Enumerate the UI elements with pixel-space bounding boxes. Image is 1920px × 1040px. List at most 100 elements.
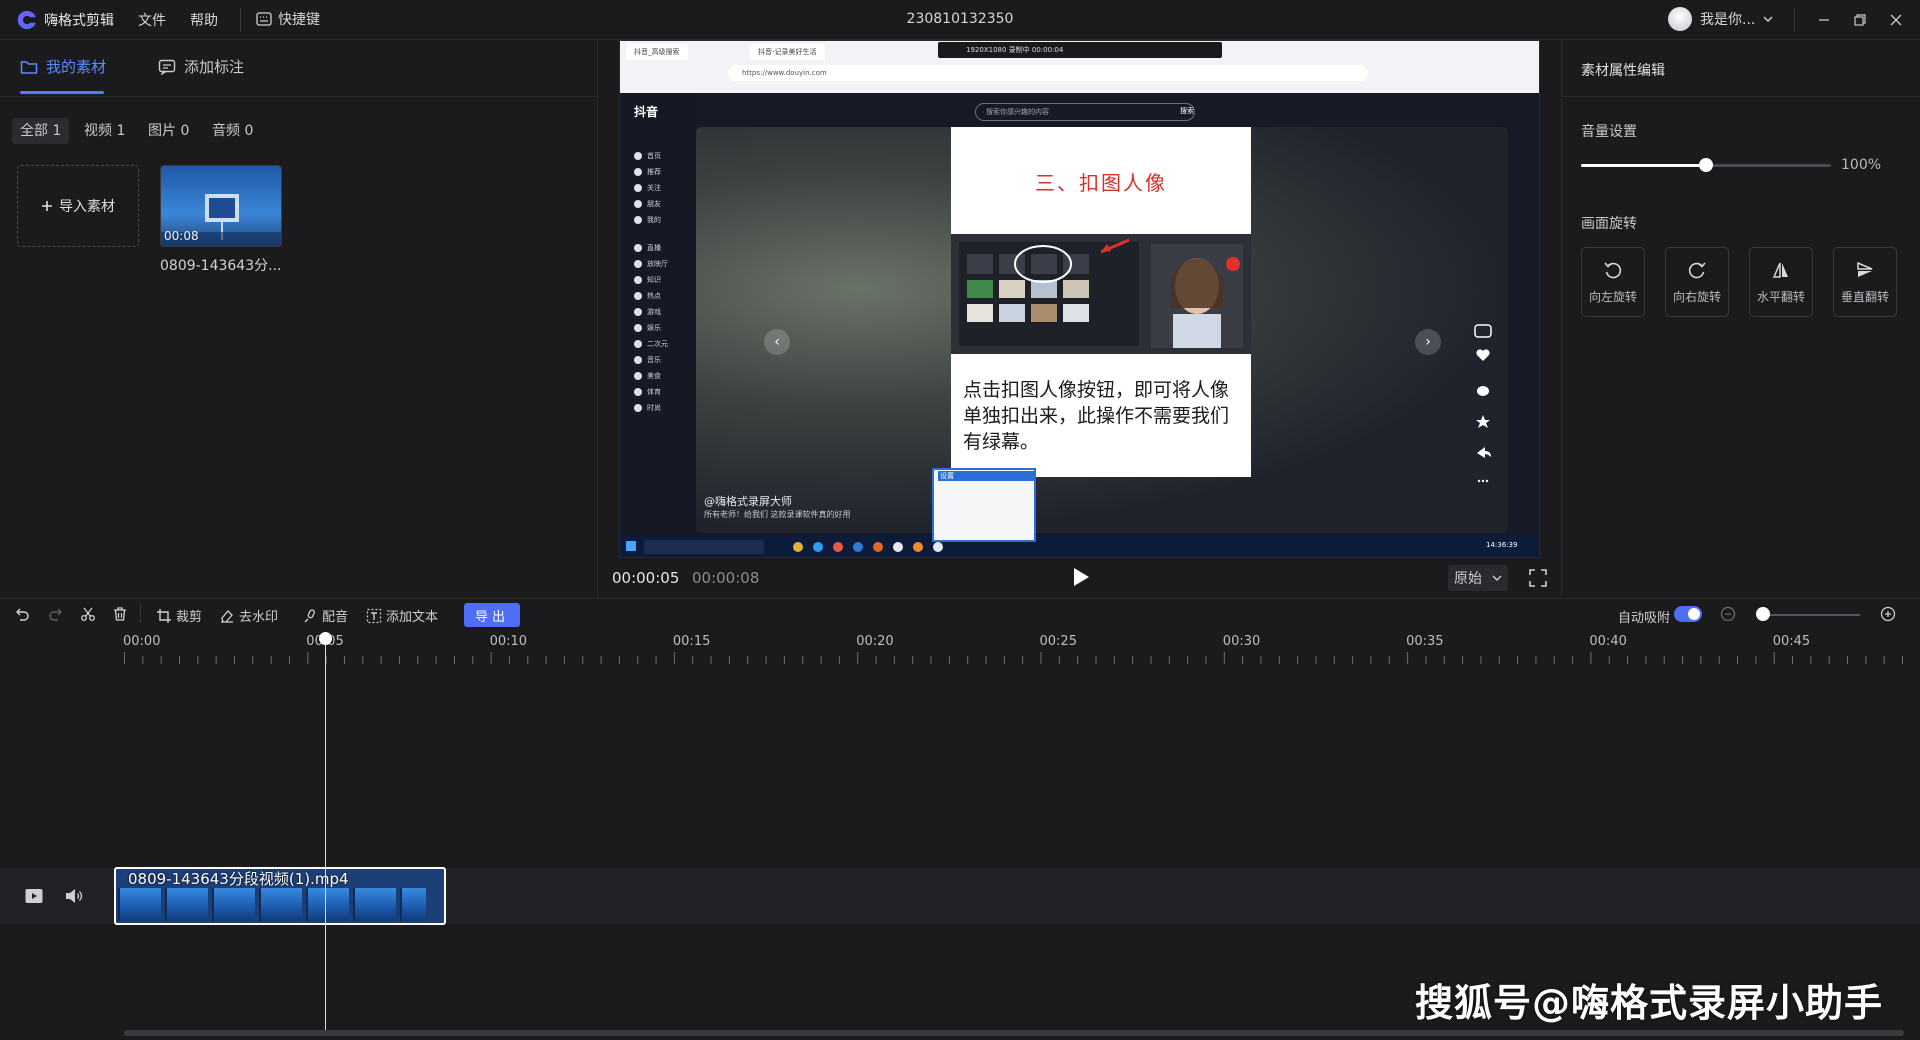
video-sidebar-item-label: 美食 [647,372,661,380]
video-sidebar-item-label: 时尚 [647,404,661,412]
chevron-down-icon [1763,16,1773,22]
restore-button[interactable] [1850,10,1870,30]
video-search-box: 搜索你感兴趣的内容 [975,103,1195,121]
crop-label: 裁剪 [176,610,203,625]
tab-add-annotation[interactable]: 添加标注 [158,56,244,77]
crop-icon [157,608,171,623]
video-sidebar-item: 关注 [634,183,661,193]
video-sidebar-item-label: 游戏 [647,308,661,316]
flip-horizontal-button[interactable]: 水平翻转 [1749,247,1813,317]
shortcut-button[interactable]: 快捷键 [256,9,320,29]
aspect-ratio-select[interactable]: 原始 [1448,565,1508,591]
folder-icon [20,60,38,74]
filter-video[interactable]: 视频 1 [76,118,133,144]
video-prev-arrow-icon: ‹ [764,329,790,355]
toolbar-divider [140,603,141,623]
filter-audio[interactable]: 音频 0 [204,118,261,144]
rotate-left-button[interactable]: 向左旋转 [1581,247,1645,317]
video-sidebar-item-label: 体育 [647,388,661,396]
crop-button[interactable]: 裁剪 [156,606,202,625]
zoom-out-button[interactable] [1720,606,1736,622]
video-sidebar-item: 娱乐 [634,323,661,333]
menu-help[interactable]: 帮助 [190,10,218,30]
export-button[interactable]: 导出 [464,603,520,627]
play-button[interactable] [1070,565,1092,589]
redo-icon [49,608,62,621]
eraser-icon [221,609,233,623]
video-sidebar-item: 音乐 [634,355,661,365]
preview-video[interactable]: 抖音_高级搜索 抖音-记录美好生活 1920X1080 录制中 00:00:04… [619,40,1540,558]
split-button[interactable] [80,606,96,622]
keyboard-icon [256,12,272,26]
tab-my-media[interactable]: 我的素材 [20,56,106,77]
speaker-icon [66,889,83,903]
zoom-slider-track[interactable] [1762,614,1860,616]
watermark-text: 搜狐号@嗨格式录屏小助手 [1415,981,1884,1025]
media-filename: 0809-143643分... [160,258,282,274]
zoom-slider-handle[interactable] [1756,607,1770,621]
delete-button[interactable] [112,606,128,622]
slide-screenshot-graphic [959,238,1243,348]
minimize-icon [1819,19,1829,21]
video-sidebar-item-icon [634,372,642,380]
video-site-logo: 抖音 [634,105,659,119]
filter-image[interactable]: 图片 0 [140,118,197,144]
volume-slider-handle[interactable] [1699,158,1713,172]
dub-button[interactable]: 配音 [302,606,348,625]
rotate-label: 画面旋转 [1581,216,1637,232]
rotate-right-button[interactable]: 向右旋转 [1665,247,1729,317]
trash-icon [114,607,126,621]
playhead-handle[interactable] [319,632,332,645]
video-action-bar [1471,321,1495,521]
fullscreen-button[interactable] [1528,568,1548,588]
video-sidebar-item-icon [634,200,642,208]
clip-frame [212,888,255,921]
close-button[interactable] [1886,10,1906,30]
video-sidebar-item-icon [634,276,642,284]
auto-snap-toggle[interactable] [1674,606,1702,622]
auto-snap-label: 自动吸附 [1618,611,1671,626]
microphone-icon [304,608,315,622]
flip-horizontal-icon [1772,262,1788,278]
flip-vertical-button[interactable]: 垂直翻转 [1833,247,1897,317]
import-media-button[interactable]: 导入素材 [17,165,139,247]
undo-button[interactable] [14,606,30,622]
filter-all[interactable]: 全部 1 [12,118,70,144]
video-record-bar: 1920X1080 录制中 00:00:04 [938,42,1222,58]
close-icon [1890,14,1902,26]
menu-file[interactable]: 文件 [138,10,166,30]
video-action-icons [1474,324,1492,483]
timeline-scrollbar[interactable] [124,1030,1904,1036]
clip-filename: 0809-143643分段视频(1).mp4 [128,870,349,888]
rotate-right-label: 向右旋转 [1672,289,1721,304]
remove-watermark-button[interactable]: 去水印 [219,606,278,625]
ruler-label: 00:10 [489,634,528,649]
track-mute-button[interactable] [64,886,84,906]
video-sidebar-item: 首页 [634,151,661,161]
video-sidebar-item: 推荐 [634,167,661,177]
title-divider-2 [1794,8,1795,32]
avatar [1668,7,1692,31]
properties-divider [1561,96,1920,97]
annotation-icon [158,59,176,75]
user-menu[interactable]: 我是你... [1668,7,1773,31]
add-text-button[interactable]: 添加文本 [366,606,438,625]
minimize-button[interactable] [1814,10,1834,30]
video-sidebar-item-label: 直播 [647,244,661,252]
video-sidebar-item: 放映厅 [634,259,668,269]
active-tab-indicator [20,91,104,94]
current-time: 00:00:05 [612,569,680,587]
panel-divider [0,96,598,97]
video-sidebar-item-icon [634,184,642,192]
video-slide-screenshot [951,234,1251,354]
redo-button[interactable] [48,606,64,622]
video-sidebar-item-icon [634,216,642,224]
zoom-in-button[interactable] [1880,606,1896,622]
flip-vertical-icon [1857,261,1873,277]
flip-horizontal-label: 水平翻转 [1756,289,1805,304]
track-video-toggle[interactable] [24,886,44,906]
clip-frame [259,888,302,921]
video-sidebar-item-label: 我的 [647,216,661,224]
playhead-line[interactable] [325,640,326,1030]
video-taskbar [620,535,1539,557]
